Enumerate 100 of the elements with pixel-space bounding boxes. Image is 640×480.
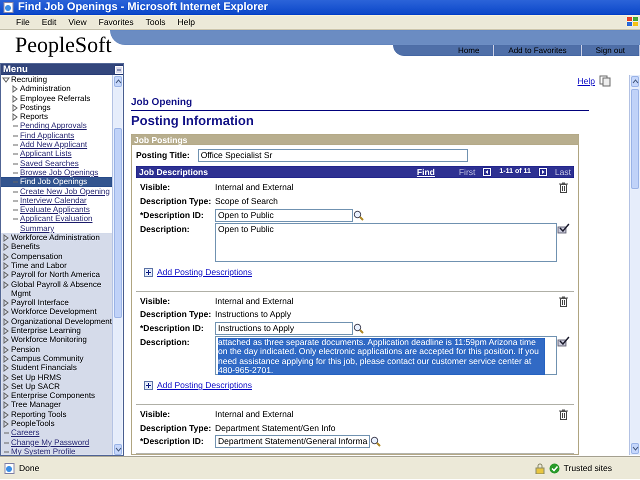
menu-item[interactable]: Pension <box>1 344 112 354</box>
description-id-field[interactable]: Instructions to Apply <box>215 322 353 335</box>
first-label: First <box>458 166 476 178</box>
header-link[interactable]: Add to Favorites <box>494 45 582 56</box>
menu-item[interactable]: Campus Community <box>1 354 112 364</box>
menu-item[interactable]: Applicant Evaluation Summary <box>1 214 112 234</box>
expanded-triangle-icon <box>2 76 11 84</box>
menu-item[interactable]: Payroll for North America <box>1 270 112 280</box>
menu-item[interactable]: Pending Approvals <box>1 121 112 131</box>
scroll-bar[interactable] <box>112 75 123 455</box>
field-label: Description: <box>140 222 191 236</box>
menu-item[interactable]: Global Payroll & Absence Mgmt <box>1 280 112 298</box>
checkmark-icon <box>557 336 570 347</box>
next-arrow-icon <box>538 168 547 176</box>
add-descriptions-link[interactable]: Add Posting Descriptions <box>157 266 252 278</box>
menu-item[interactable]: Careers <box>1 428 112 438</box>
window-flag-logo <box>626 16 640 28</box>
description-text-area[interactable]: attached as three separate documents. Application deadline is 11:59pm Arizona time on the day indicated. Only electronic applications are accepted for this position. If you need assistance applying for this job, please contact our customer service center at 480-965-2701. <box>215 336 558 375</box>
menu-bar-item[interactable]: Edit <box>36 16 62 28</box>
security-zone: Trusted sites <box>564 462 612 474</box>
menu-item[interactable]: Recruiting <box>1 75 112 84</box>
menu-item[interactable]: Enterprise Components <box>1 391 112 400</box>
menu-item[interactable]: Reports <box>1 112 112 122</box>
description-id-field[interactable]: Open to Public <box>215 208 353 222</box>
header-link[interactable]: Sign out <box>582 45 640 56</box>
description-id-field[interactable]: Department Statement/General Informa <box>215 435 370 448</box>
field-label: Visible: <box>140 181 172 194</box>
field-label: *Description ID: <box>140 322 205 335</box>
search-icon <box>370 436 382 448</box>
search-icon <box>353 210 364 221</box>
field-label: Description: <box>140 336 191 349</box>
menu-item[interactable]: Payroll Interface <box>1 298 112 308</box>
menu-item[interactable]: Workforce Monitoring <box>1 335 112 345</box>
menu-item[interactable]: Workforce Administration <box>1 233 112 242</box>
field-value: Scope of Search <box>215 195 278 208</box>
scroll-bar[interactable] <box>629 75 640 455</box>
field-label: Visible: <box>140 294 172 308</box>
menu-item[interactable]: Interview Calendar <box>1 196 112 206</box>
menu-item[interactable]: Browse Job Openings <box>1 168 112 178</box>
field-label: Description Type: <box>140 195 212 208</box>
check-circle-icon <box>548 462 560 474</box>
menu-item[interactable]: Add New Applicant <box>1 140 112 150</box>
search-icon <box>353 323 364 334</box>
field-value: Internal and External <box>215 294 294 308</box>
menu-item[interactable]: Set Up SACR <box>1 382 112 392</box>
scroll-thumb[interactable] <box>114 128 122 318</box>
menu-item[interactable]: Set Up HRMS <box>1 372 112 382</box>
field-label: Visible: <box>140 408 172 420</box>
menu-item[interactable]: Evaluate Applicants <box>1 205 112 214</box>
menu-title: Menu <box>3 64 28 75</box>
previous-arrow-icon <box>483 168 492 176</box>
add-descriptions-link[interactable]: Add Posting Descriptions <box>157 379 252 392</box>
menu-item[interactable]: Compensation <box>1 252 112 261</box>
window-title: Find Job Openings - Microsoft Internet Explorer <box>18 0 268 16</box>
checkmark-icon <box>557 222 570 234</box>
menu-bar-item[interactable]: Favorites <box>92 16 140 28</box>
description-text-area[interactable]: Open to Public <box>215 222 558 262</box>
menu-item[interactable]: Find Job Openings <box>1 177 112 187</box>
menu-item[interactable]: Student Financials <box>1 363 112 372</box>
help-link[interactable]: Help <box>578 75 595 88</box>
menu-item[interactable]: Workforce Development <box>1 307 112 317</box>
plus-icon <box>144 380 153 390</box>
grid-title: Job Descriptions <box>139 166 208 178</box>
menu-bar-item[interactable]: Help <box>171 16 201 28</box>
menu-item[interactable]: Change My Password <box>1 438 112 447</box>
posting-title-field[interactable]: Office Specialist Sr <box>198 149 468 162</box>
menu-item[interactable]: PeopleTools <box>1 418 112 428</box>
page-icon <box>4 462 15 474</box>
menu-item[interactable]: Enterprise Learning <box>1 326 112 336</box>
peoplesoft-logo: PeopleSoft <box>14 31 113 59</box>
menu-item[interactable]: Time and Labor <box>1 260 112 270</box>
header-link[interactable]: Home <box>444 45 494 56</box>
scroll-thumb[interactable] <box>631 89 639 189</box>
section-header: Job Postings <box>132 135 578 146</box>
menu-item[interactable]: Administration <box>1 84 112 94</box>
trash-icon <box>559 408 568 420</box>
last-label: Last <box>554 166 571 178</box>
field-label: Description Type: <box>140 308 212 321</box>
field-label: Posting Title: <box>136 149 190 162</box>
status-text: Done <box>19 462 40 474</box>
field-label: *Description ID: <box>140 208 205 222</box>
new-window-icon <box>599 75 611 88</box>
menu-bar-item[interactable]: File <box>10 16 36 28</box>
trash-icon <box>559 296 568 306</box>
menu-item[interactable]: Reporting Tools <box>1 410 112 419</box>
field-value: Internal and External <box>215 181 294 194</box>
browser-page-icon <box>3 2 14 13</box>
menu-item[interactable]: Organizational Development <box>1 316 112 326</box>
menu-bar-item[interactable]: Tools <box>140 16 172 28</box>
find-link[interactable]: Find <box>416 166 435 178</box>
menu-item[interactable]: Tree Manager <box>1 400 112 410</box>
breadcrumb-heading: Job Opening <box>131 94 589 111</box>
menu-item[interactable]: Applicant Lists <box>1 149 112 159</box>
menu-bar-item[interactable]: View <box>62 16 93 28</box>
lock-icon <box>534 462 545 474</box>
field-value: Internal and External <box>215 408 294 420</box>
field-value: Instructions to Apply <box>215 308 292 321</box>
page-title: Posting Information <box>131 112 255 130</box>
menu-item[interactable]: Benefits <box>1 242 112 252</box>
field-label: *Description ID: <box>140 435 205 448</box>
